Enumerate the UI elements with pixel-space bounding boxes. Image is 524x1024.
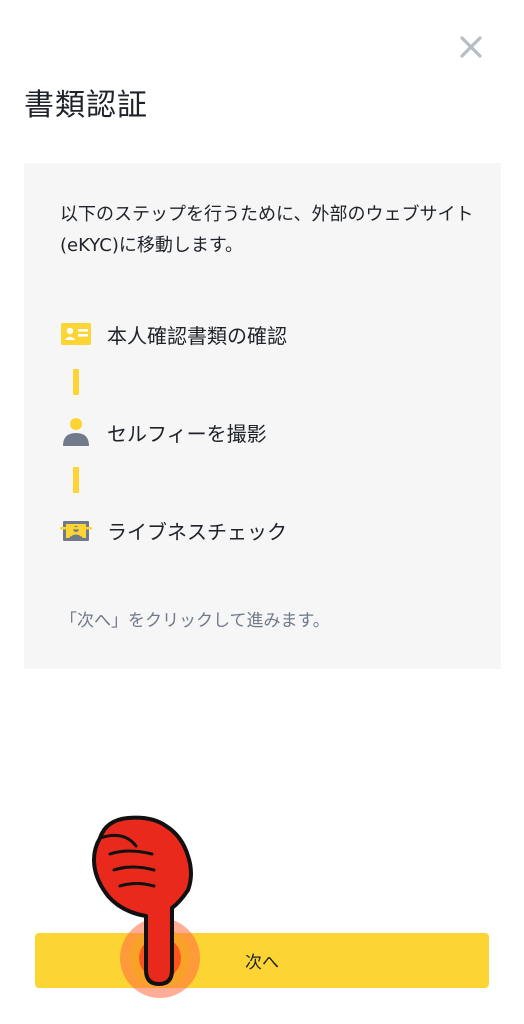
hint-text: 「次へ」をクリックして進みます。 (60, 611, 330, 631)
step-selfie: セルフィーを撮影 (60, 416, 267, 448)
step-label: セルフィーを撮影 (107, 421, 267, 446)
close-button[interactable] (454, 30, 488, 64)
step-connector (73, 369, 79, 395)
steps-card: 以下のステップを行うために、外部のウェブサイト(eKYC)に移動します。 本人確… (24, 163, 501, 669)
id-card-icon (60, 318, 92, 350)
page-title: 書類認証 (24, 88, 148, 123)
intro-text: 以下のステップを行うために、外部のウェブサイト(eKYC)に移動します。 (60, 204, 474, 256)
next-button-label: 次へ (245, 953, 279, 973)
next-button[interactable]: 次へ (35, 933, 489, 988)
close-icon (460, 36, 482, 58)
step-label: ライブネスチェック (107, 519, 287, 544)
step-connector (73, 467, 79, 493)
step-liveness: ライブネスチェック (60, 514, 287, 546)
person-icon (60, 416, 92, 448)
step-label: 本人確認書類の確認 (107, 323, 287, 348)
face-scan-icon (60, 514, 92, 546)
document-verification-page: 書類認証 以下のステップを行うために、外部のウェブサイト(eKYC)に移動します… (0, 0, 524, 1024)
step-id-document: 本人確認書類の確認 (60, 318, 287, 350)
